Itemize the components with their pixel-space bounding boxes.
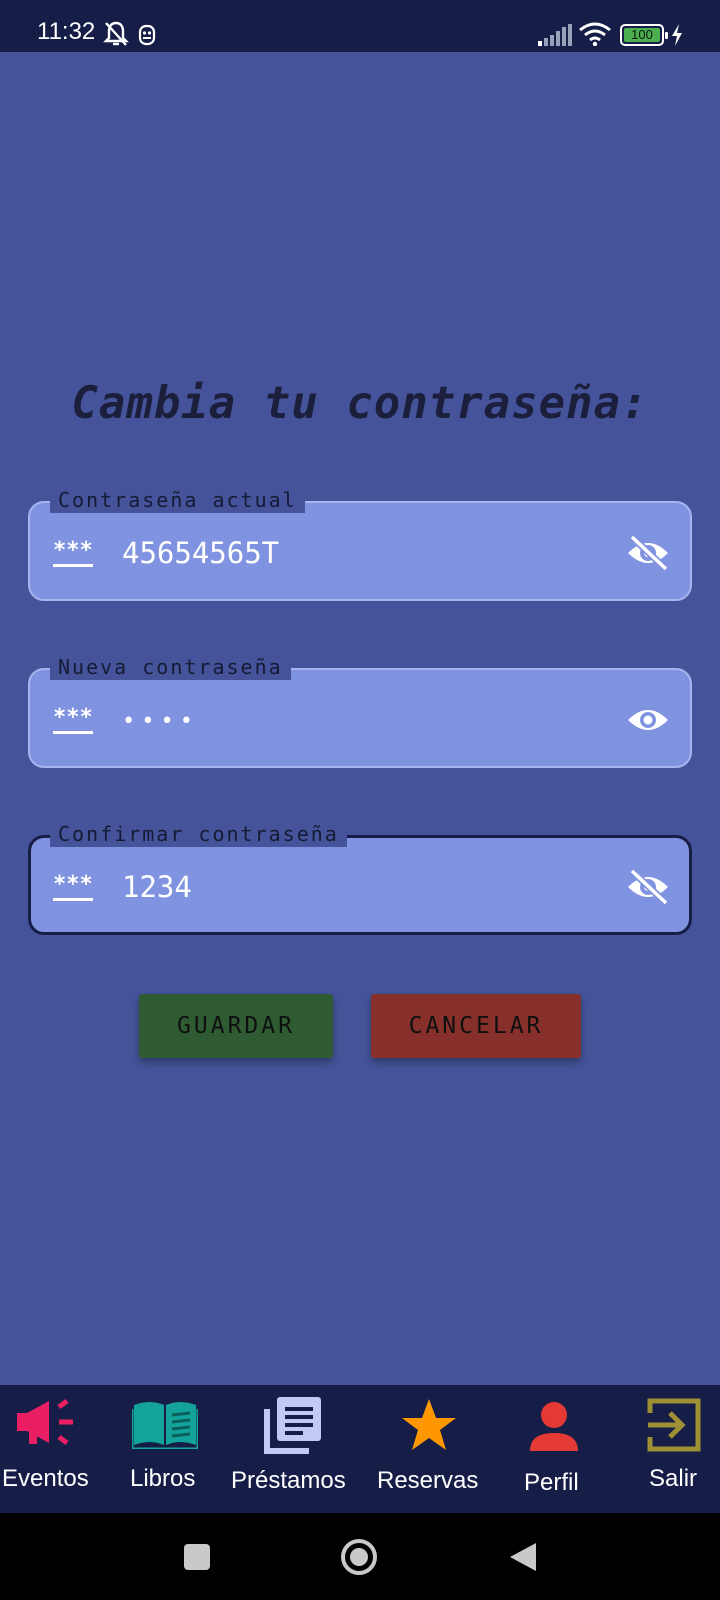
nav-label-libros: Libros	[130, 1465, 196, 1492]
battery-level: 100	[631, 27, 653, 42]
current-password-value: 45654565T	[122, 536, 280, 570]
svg-text:***: ***	[53, 873, 93, 897]
book-icon	[132, 1402, 198, 1449]
status-time: 11:32	[37, 18, 96, 45]
battery-icon: 100	[620, 24, 668, 46]
page-title: Cambia tu contraseña:	[71, 378, 649, 429]
nav-label-salir: Salir	[649, 1465, 698, 1492]
password-icon: ***	[53, 539, 93, 567]
nav-label-perfil: Perfil	[524, 1469, 579, 1496]
home-icon[interactable]	[340, 1538, 378, 1576]
megaphone-icon	[17, 1399, 73, 1445]
new-password-value: ••••	[122, 709, 199, 734]
nav-label-eventos: Eventos	[2, 1465, 89, 1492]
wifi-icon	[579, 22, 611, 46]
new-password-field[interactable]: Nueva contraseña *** ••••	[28, 654, 692, 768]
current-password-field[interactable]: Contraseña actual *** 45654565T	[28, 487, 692, 601]
confirm-password-label: Confirmar contraseña	[50, 821, 347, 847]
svg-text:***: ***	[53, 539, 93, 563]
eye-off-icon[interactable]	[626, 533, 670, 573]
back-icon[interactable]	[508, 1541, 538, 1573]
nav-item-reservas[interactable]: Reservas	[372, 1385, 488, 1513]
recents-icon[interactable]	[183, 1543, 211, 1571]
cancel-button[interactable]: CANCELAR	[371, 994, 581, 1058]
confirm-password-value: 1234	[122, 870, 192, 904]
current-password-label: Contraseña actual	[50, 487, 305, 513]
star-icon	[402, 1399, 456, 1450]
nav-item-salir[interactable]: Salir	[624, 1385, 714, 1513]
signal-icon	[538, 24, 572, 46]
system-navigation-bar	[0, 1513, 720, 1600]
bottom-nav: Eventos Libros Préstamos Reservas Perfil…	[0, 1385, 720, 1513]
nav-label-reservas: Reservas	[377, 1467, 479, 1494]
save-button[interactable]: GUARDAR	[139, 994, 333, 1058]
library-icon	[264, 1397, 321, 1454]
status-bar: 11:32 100	[0, 0, 720, 52]
password-icon: ***	[53, 873, 93, 901]
password-icon: ***	[53, 706, 93, 734]
exit-icon	[647, 1398, 701, 1452]
charging-icon	[672, 24, 682, 46]
confirm-password-field[interactable]: Confirmar contraseña *** 1234	[28, 821, 692, 935]
bell-off-icon	[103, 21, 129, 46]
nav-item-libros[interactable]: Libros	[118, 1385, 214, 1513]
eye-icon[interactable]	[626, 700, 670, 740]
mask-icon	[138, 24, 156, 46]
nav-label-prestamos: Préstamos	[231, 1467, 346, 1494]
svg-text:***: ***	[53, 706, 93, 730]
nav-item-eventos[interactable]: Eventos	[0, 1385, 96, 1513]
nav-item-prestamos[interactable]: Préstamos	[228, 1385, 358, 1513]
person-icon	[530, 1402, 578, 1451]
new-password-label: Nueva contraseña	[50, 654, 291, 680]
eye-off-icon[interactable]	[626, 867, 670, 907]
nav-item-perfil[interactable]: Perfil	[510, 1385, 600, 1513]
